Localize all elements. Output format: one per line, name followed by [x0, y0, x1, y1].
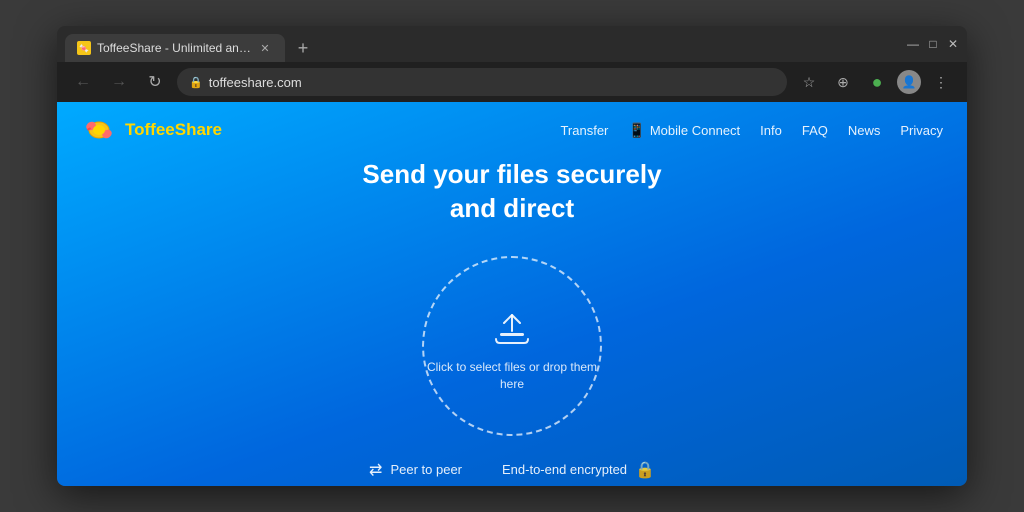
nav-faq[interactable]: FAQ: [802, 123, 828, 138]
new-tab-button[interactable]: +: [289, 34, 317, 62]
reload-button[interactable]: ↻: [141, 68, 169, 96]
nav-info[interactable]: Info: [760, 123, 782, 138]
tab-favicon: 🍬: [77, 41, 91, 55]
window-controls: — □ ✕: [907, 38, 959, 50]
site-navigation: ToffeeShare Transfer 📱 Mobile Connect In…: [57, 102, 967, 158]
profile-icon[interactable]: ●: [863, 68, 891, 96]
address-bar: ← → ↻ 🔒 toffeeshare.com ☆ ⊕ ● 👤 ⋮: [57, 62, 967, 102]
hero-section: Send your files securely and direct Clic…: [57, 158, 967, 486]
maximize-button[interactable]: □: [927, 38, 939, 50]
tab-area: 🍬 ToffeeShare - Unlimited and sec... ✕ +: [65, 26, 907, 62]
tab-title: ToffeeShare - Unlimited and sec...: [97, 41, 251, 55]
minimize-button[interactable]: —: [907, 38, 919, 50]
browser-window: 🍬 ToffeeShare - Unlimited and sec... ✕ +…: [57, 26, 967, 486]
logo-candy-icon: [81, 116, 117, 144]
browser-tab[interactable]: 🍬 ToffeeShare - Unlimited and sec... ✕: [65, 34, 285, 62]
nav-transfer[interactable]: Transfer: [560, 123, 608, 138]
nav-news[interactable]: News: [848, 123, 881, 138]
logo-text: ToffeeShare: [125, 120, 222, 140]
features-row: ⇄ Peer to peer End-to-end encrypted 🔒: [369, 460, 655, 480]
tab-close-button[interactable]: ✕: [257, 40, 273, 56]
feature-encrypted: End-to-end encrypted 🔒: [502, 460, 655, 480]
drop-zone-text: Click to select files or drop them here: [424, 359, 600, 393]
avatar-icon[interactable]: 👤: [897, 70, 921, 94]
url-bar[interactable]: 🔒 toffeeshare.com: [177, 68, 787, 96]
hero-title: Send your files securely and direct: [362, 158, 661, 226]
back-button[interactable]: ←: [69, 68, 97, 96]
bookmark-icon[interactable]: ☆: [795, 68, 823, 96]
feature-p2p-label: Peer to peer: [390, 462, 462, 477]
toolbar-icons: ☆ ⊕ ● 👤 ⋮: [795, 68, 955, 96]
website-content: ToffeeShare Transfer 📱 Mobile Connect In…: [57, 102, 967, 486]
lock-feature-icon: 🔒: [635, 460, 655, 480]
peer-icon: ⇄: [369, 460, 382, 480]
extensions-icon[interactable]: ⊕: [829, 68, 857, 96]
nav-privacy[interactable]: Privacy: [900, 123, 943, 138]
title-bar: 🍬 ToffeeShare - Unlimited and sec... ✕ +…: [57, 26, 967, 62]
mobile-icon: 📱: [628, 122, 645, 139]
upload-icon: [488, 299, 536, 347]
site-logo[interactable]: ToffeeShare: [81, 116, 222, 144]
menu-icon[interactable]: ⋮: [927, 68, 955, 96]
nav-links: Transfer 📱 Mobile Connect Info FAQ News …: [560, 122, 943, 139]
nav-mobile-connect[interactable]: 📱 Mobile Connect: [628, 122, 740, 139]
forward-button[interactable]: →: [105, 68, 133, 96]
url-text: toffeeshare.com: [209, 75, 302, 90]
feature-encrypted-label: End-to-end encrypted: [502, 462, 627, 477]
feature-p2p: ⇄ Peer to peer: [369, 460, 462, 480]
lock-icon: 🔒: [189, 76, 203, 89]
file-drop-zone[interactable]: Click to select files or drop them here: [422, 256, 602, 436]
close-button[interactable]: ✕: [947, 38, 959, 50]
